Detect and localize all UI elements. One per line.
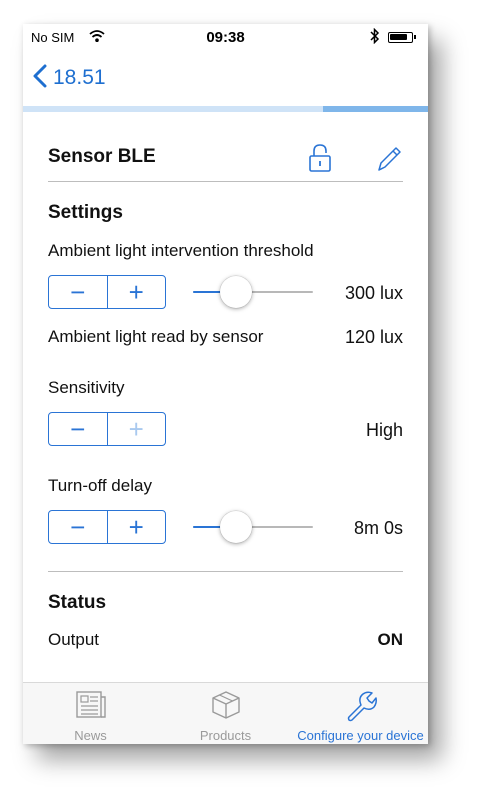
tab-bar: News Products Configure your device (23, 682, 428, 744)
ambient-threshold-increment-button[interactable]: + (108, 276, 166, 308)
tab-products[interactable]: Products (158, 683, 293, 744)
clock: 09:38 (206, 29, 245, 46)
output-label: Output (48, 630, 100, 649)
ambient-read-value: 120 lux (344, 327, 403, 347)
ambient-threshold-slider[interactable] (193, 275, 313, 309)
ambient-threshold-value: 300 lux (344, 283, 403, 303)
turnoff-delay-stepper[interactable]: − + (48, 510, 166, 544)
nav-bar: 18.51 (23, 52, 428, 106)
phone-screen: No SIM 09:38 18.51 Sensor BLE Settings A… (23, 24, 428, 744)
device-config-panel: Sensor BLE Settings Ambient light interv… (23, 112, 428, 682)
lock-button[interactable] (306, 142, 334, 174)
status-heading: Status (48, 592, 107, 613)
sensitivity-stepper[interactable]: − + (48, 412, 166, 446)
turnoff-delay-label: Turn-off delay (48, 476, 152, 495)
ambient-threshold-stepper[interactable]: − + (48, 275, 166, 309)
battery-icon (388, 32, 416, 43)
settings-heading: Settings (48, 202, 123, 223)
output-value: ON (377, 630, 404, 649)
lock-icon (306, 144, 334, 178)
pencil-icon (374, 147, 404, 178)
slider-thumb[interactable] (220, 511, 252, 543)
chevron-left-icon (33, 64, 47, 93)
status-bar: No SIM 09:38 (23, 24, 428, 52)
back-button[interactable]: 18.51 (33, 64, 106, 92)
settings-divider (48, 571, 403, 572)
header-divider (48, 181, 403, 182)
sensitivity-increment-button[interactable]: + (108, 413, 166, 445)
sensitivity-label: Sensitivity (48, 378, 125, 397)
back-label: 18.51 (53, 66, 106, 89)
ambient-read-label: Ambient light read by sensor (48, 327, 264, 346)
turnoff-delay-value: 8m 0s (353, 518, 403, 538)
newspaper-icon (74, 689, 108, 726)
device-header: Sensor BLE (48, 140, 403, 176)
slider-thumb[interactable] (220, 276, 252, 308)
turnoff-delay-decrement-button[interactable]: − (49, 511, 108, 543)
bluetooth-icon (370, 27, 380, 47)
ambient-threshold-label: Ambient light intervention threshold (48, 241, 314, 260)
tab-news[interactable]: News (23, 683, 158, 744)
tab-configure-device[interactable]: Configure your device (293, 683, 428, 744)
device-title: Sensor BLE (48, 146, 156, 167)
tab-label: Configure your device (297, 728, 424, 743)
tab-label: News (74, 728, 107, 743)
turnoff-delay-increment-button[interactable]: + (108, 511, 166, 543)
turnoff-delay-slider[interactable] (193, 510, 313, 544)
box-icon (209, 689, 243, 726)
tab-label: Products (199, 728, 252, 743)
wrench-icon (344, 689, 378, 728)
sensitivity-value: High (365, 420, 403, 440)
ambient-threshold-decrement-button[interactable]: − (49, 276, 108, 308)
sensitivity-decrement-button[interactable]: − (49, 413, 108, 445)
edit-button[interactable] (374, 142, 404, 174)
